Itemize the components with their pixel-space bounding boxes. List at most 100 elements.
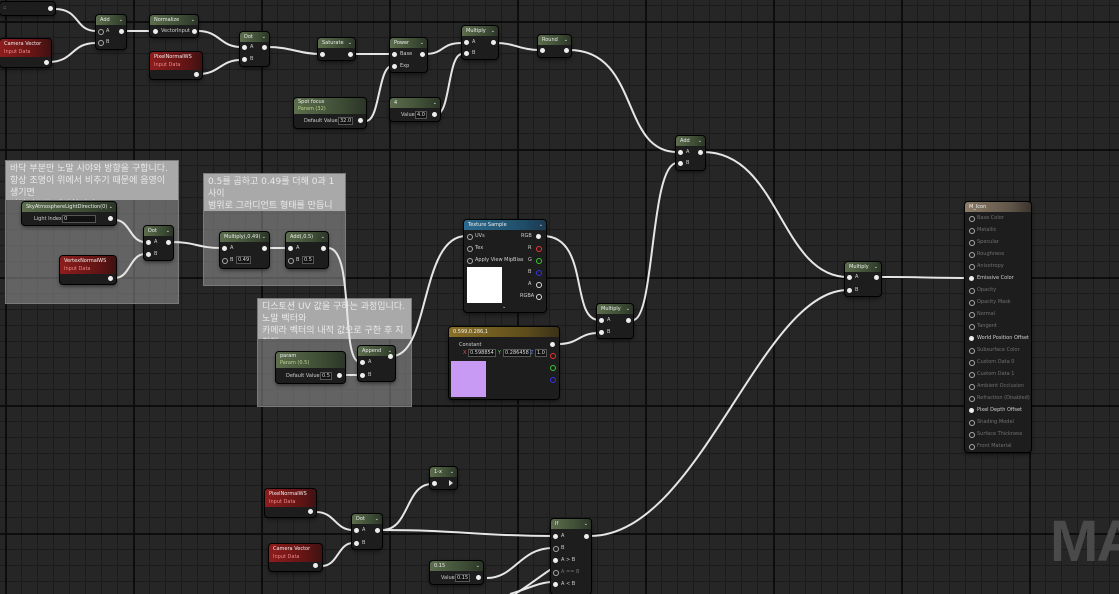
material-input-pin[interactable] bbox=[969, 420, 975, 426]
chevron-down-icon[interactable]: ⌄ bbox=[698, 136, 702, 146]
node-saturate[interactable]: Saturate ⌄ bbox=[318, 38, 355, 60]
material-input-pin[interactable] bbox=[969, 384, 975, 390]
chevron-down-icon[interactable]: ⌄ bbox=[874, 262, 878, 272]
output-pin[interactable] bbox=[584, 534, 589, 539]
input-pin-b[interactable] bbox=[678, 161, 683, 166]
input-pin-exp[interactable] bbox=[392, 64, 397, 69]
node-constant-4[interactable]: 4 ⌄ Value 4.0 bbox=[390, 98, 440, 121]
node-add[interactable]: Add ⌄ A B bbox=[676, 136, 705, 170]
chevron-down-icon[interactable]: ⌄ bbox=[476, 561, 480, 571]
material-input-pin[interactable] bbox=[969, 396, 975, 402]
material-input-pin[interactable] bbox=[969, 444, 975, 450]
material-input-pin[interactable] bbox=[969, 216, 975, 222]
node-texture-sample[interactable]: Texture Sample ⌄ UVs Tex Apply View MipBi… bbox=[464, 220, 546, 312]
material-input-pin[interactable] bbox=[969, 408, 974, 413]
output-pin[interactable] bbox=[108, 276, 113, 281]
node-material-output[interactable]: M_Icon Base Color Metallic Specular Roughne… bbox=[965, 202, 1031, 452]
light-index-field[interactable]: 0 bbox=[62, 215, 96, 223]
material-input-pin[interactable] bbox=[969, 360, 975, 366]
input-pin-a[interactable] bbox=[678, 150, 683, 155]
output-pin[interactable] bbox=[550, 342, 555, 347]
output-pin[interactable] bbox=[313, 563, 318, 568]
node-dot[interactable]: Dot ⌄ A B bbox=[240, 32, 269, 66]
input-pin-b[interactable] bbox=[464, 51, 469, 56]
node-pixel-normal-ws[interactable]: PixelNormalWS Input Data bbox=[150, 52, 202, 79]
node-normalize[interactable]: Normalize ⌄ VectorInput bbox=[150, 15, 198, 37]
chevron-down-icon[interactable]: ⌄ bbox=[262, 32, 266, 42]
input-pin-uvs[interactable] bbox=[467, 234, 473, 240]
output-pin[interactable] bbox=[564, 48, 569, 53]
output-pin[interactable] bbox=[432, 112, 437, 117]
input-pin-b[interactable] bbox=[360, 373, 365, 378]
node-camera-vector[interactable]: Camera Vector Input Data bbox=[269, 544, 322, 571]
chevron-down-icon[interactable]: ⌄ bbox=[584, 519, 588, 529]
output-pin[interactable] bbox=[388, 354, 393, 359]
input-pin-b[interactable] bbox=[553, 546, 559, 552]
material-input-pin[interactable] bbox=[969, 228, 975, 234]
output-arrow-icon[interactable] bbox=[449, 480, 453, 486]
output-pin[interactable] bbox=[626, 318, 631, 323]
node-add[interactable]: Add ⌄ A B bbox=[96, 15, 126, 49]
x-value-field[interactable]: 0.598854 bbox=[468, 349, 496, 357]
output-pin[interactable] bbox=[874, 275, 879, 280]
output-pin[interactable] bbox=[358, 118, 363, 123]
input-pin[interactable] bbox=[432, 481, 437, 486]
node-param[interactable]: param Param (0.5) Default Value 0.5 bbox=[276, 352, 345, 383]
input-pin-a-less-b[interactable] bbox=[553, 582, 558, 587]
output-pin[interactable] bbox=[308, 509, 313, 514]
material-input-pin[interactable] bbox=[969, 276, 974, 281]
chevron-down-icon[interactable]: ⌄ bbox=[420, 38, 424, 48]
output-pin[interactable] bbox=[262, 45, 267, 50]
output-pin[interactable] bbox=[119, 29, 124, 34]
node-multiply[interactable]: Multiply ⌄ A B bbox=[845, 262, 881, 296]
output-pin[interactable] bbox=[108, 216, 113, 221]
chevron-down-icon[interactable]: ⌄ bbox=[109, 202, 113, 212]
output-pin[interactable] bbox=[698, 150, 703, 155]
chevron-down-icon[interactable]: ⌄ bbox=[166, 226, 170, 236]
input-pin-b[interactable] bbox=[354, 541, 359, 546]
input-pin-a[interactable] bbox=[146, 240, 151, 245]
chevron-down-icon[interactable]: ⌄ bbox=[191, 15, 195, 25]
input-pin-b[interactable] bbox=[847, 288, 852, 293]
chevron-down-icon[interactable]: ⌄ bbox=[626, 304, 630, 314]
output-pin[interactable] bbox=[476, 575, 481, 580]
node-dot[interactable]: Dot ⌄ A B bbox=[352, 514, 382, 549]
input-pin-b[interactable] bbox=[146, 252, 151, 257]
chevron-down-icon[interactable]: ⌄ bbox=[119, 15, 123, 25]
output-pin[interactable] bbox=[48, 6, 53, 11]
material-input-pin[interactable] bbox=[969, 252, 975, 258]
output-pin-a[interactable] bbox=[536, 282, 542, 288]
comment-box-gradient[interactable]: 0.5를 곱하고 0.49를 더해 0과 1사이 범위로 그라디언트 형태를 만… bbox=[203, 173, 346, 286]
input-pin-a[interactable] bbox=[360, 360, 365, 365]
z-value-field[interactable]: 1.0 bbox=[535, 349, 547, 357]
input-pin-a[interactable] bbox=[98, 29, 104, 35]
node-multiply-049[interactable]: Multiply(,0.49) ⌄ A B 0.49 bbox=[220, 232, 269, 268]
input-pin-a[interactable] bbox=[847, 275, 852, 280]
default-value-field[interactable]: 0.5 bbox=[320, 372, 332, 380]
node-spot-focus-param[interactable]: Spot focus Param (32) Default Value 32.0 bbox=[294, 98, 366, 128]
node-constant-3-vector[interactable]: 0.599,0.286,1 Constant X 0.598854 Y 0.28… bbox=[449, 327, 559, 399]
material-input-pin[interactable] bbox=[969, 336, 974, 341]
output-pin-rgb[interactable] bbox=[536, 234, 541, 239]
output-pin[interactable] bbox=[44, 60, 49, 65]
node-one-minus[interactable]: 1-x ⌄ bbox=[430, 467, 457, 489]
output-pin-b[interactable] bbox=[536, 270, 542, 276]
input-pin-tex[interactable] bbox=[467, 246, 473, 252]
node-constant-015[interactable]: 0.15 ⌄ Value 0.15 bbox=[430, 561, 483, 584]
input-pin-b[interactable] bbox=[98, 40, 104, 46]
input-pin-a-greater-b[interactable] bbox=[553, 558, 558, 563]
output-pin[interactable] bbox=[348, 52, 353, 57]
output-pin-rgba[interactable] bbox=[536, 294, 542, 300]
input-pin-b[interactable] bbox=[242, 57, 247, 62]
b-value-field[interactable]: 0.49 bbox=[236, 256, 252, 264]
output-pin[interactable] bbox=[166, 240, 171, 245]
output-pin[interactable] bbox=[375, 528, 380, 533]
material-input-pin[interactable] bbox=[969, 348, 975, 354]
output-pin[interactable] bbox=[321, 246, 326, 251]
input-pin-b[interactable] bbox=[599, 330, 604, 335]
chevron-down-icon[interactable]: ⌄ bbox=[539, 220, 543, 230]
material-input-pin[interactable] bbox=[969, 432, 975, 438]
node-pixel-normal-ws[interactable]: PixelNormalWS Input Data bbox=[265, 489, 316, 517]
output-pin[interactable] bbox=[491, 40, 496, 45]
input-pin-mip[interactable] bbox=[467, 258, 473, 264]
